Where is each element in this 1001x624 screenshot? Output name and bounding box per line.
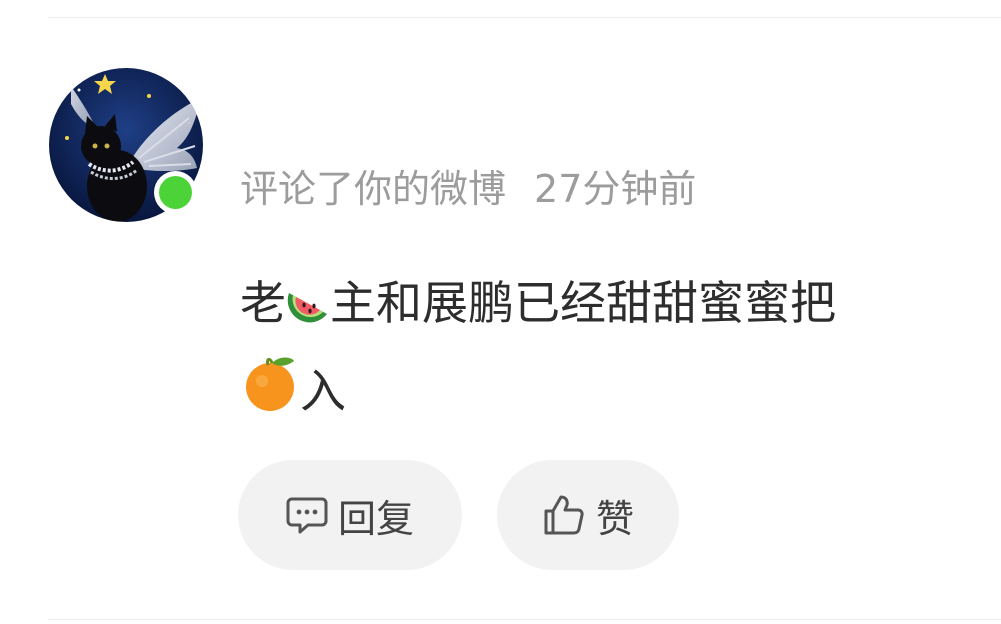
online-status-dot xyxy=(154,171,197,214)
divider xyxy=(48,619,1001,620)
action-text: 评论了你的微博 xyxy=(240,167,507,211)
watermelon-emoji-icon xyxy=(286,268,330,350)
comment-bubble-icon xyxy=(286,495,328,535)
comment-part-1: 老 xyxy=(240,276,286,330)
divider xyxy=(48,17,1001,18)
notification-meta: 评论了你的微博 27分钟前 xyxy=(240,166,696,212)
reply-button[interactable]: 回复 xyxy=(238,460,462,570)
comment-part-3: 入 xyxy=(300,364,346,418)
thumbs-up-icon xyxy=(542,493,586,537)
comment-text: 老主和展鹏已经甜甜蜜蜜把入 xyxy=(240,262,960,438)
tangerine-emoji-icon xyxy=(240,353,300,438)
like-label: 赞 xyxy=(595,496,634,541)
timestamp: 27分钟前 xyxy=(534,167,697,211)
notification-item: 评论了你的微博 27分钟前 老主和展鹏已经甜甜蜜蜜把入 回复 赞 xyxy=(0,0,1001,624)
reply-label: 回复 xyxy=(337,496,414,541)
comment-part-2: 主和展鹏已经甜甜蜜蜜把 xyxy=(330,276,836,330)
like-button[interactable]: 赞 xyxy=(497,460,679,570)
